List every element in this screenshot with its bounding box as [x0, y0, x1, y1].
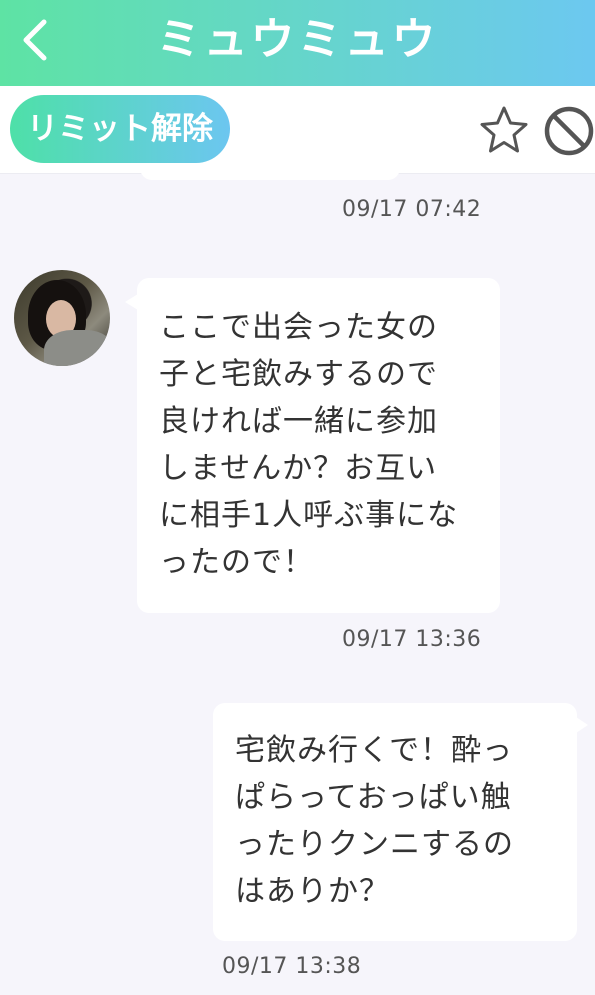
page-title: ミュウミュウ	[156, 14, 439, 65]
avatar[interactable]	[14, 270, 110, 366]
block-icon	[544, 106, 594, 156]
message-bubble-partial	[140, 168, 400, 180]
message-text-line: 子と宅飲みするので	[159, 357, 438, 392]
message-text-line: しませんか？お互い	[159, 451, 438, 486]
message-timestamp: 09/17 13:38	[222, 954, 362, 979]
message-text-line: ったので！	[159, 545, 314, 580]
message-text-line: 良ければ一緒に参加	[159, 404, 438, 439]
favorite-button[interactable]	[478, 104, 530, 156]
app-header: ミュウミュウ	[0, 0, 595, 86]
message-text-line: に相手1人呼ぶ事にな	[159, 498, 459, 533]
star-outline-icon	[480, 106, 528, 153]
block-button[interactable]	[542, 104, 595, 158]
message-timestamp: 09/17 13:36	[342, 627, 482, 652]
limit-unlock-button[interactable]: リミット解除	[10, 95, 230, 163]
message-text-line: ここで出会った女の	[159, 310, 438, 345]
message-text-line: はありか？	[235, 874, 390, 909]
outgoing-message-bubble: 宅飲み行くで！酔っ ぱらっておっぱい触 ったりクンニするの はありか？	[213, 703, 588, 941]
message-text-line: ぱらっておっぱい触	[235, 780, 512, 815]
message-text-line: 宅飲み行くで！酔っ	[235, 733, 514, 768]
message-timestamp: 09/17 07:42	[342, 197, 482, 222]
message-text-line: ったりクンニするの	[235, 827, 514, 862]
incoming-message-bubble: ここで出会った女の 子と宅飲みするので 良ければ一緒に参加 しませんか？お互い …	[125, 278, 500, 613]
